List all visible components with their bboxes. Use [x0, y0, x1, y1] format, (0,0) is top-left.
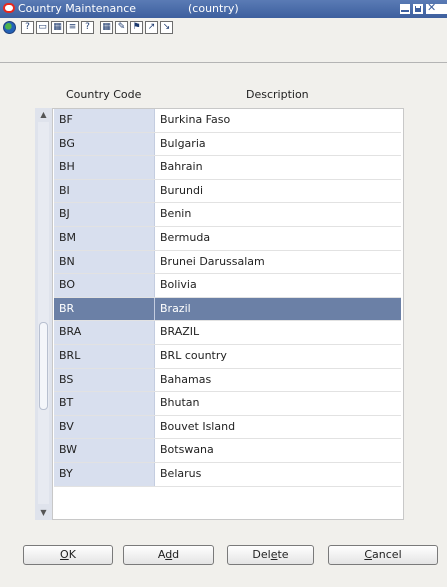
- description-cell[interactable]: Brunei Darussalam: [155, 250, 401, 274]
- add-label-rest: d: [172, 548, 180, 561]
- country-code-cell[interactable]: BW: [54, 439, 155, 462]
- country-code-cell[interactable]: BRL: [54, 344, 155, 368]
- globe-icon[interactable]: [3, 21, 16, 34]
- description-cell[interactable]: BRAZIL: [155, 321, 401, 344]
- column-header-country-code[interactable]: Country Code: [66, 88, 141, 101]
- scroll-down-icon[interactable]: ▼: [37, 508, 50, 518]
- country-code-cell[interactable]: BS: [54, 368, 155, 392]
- country-code-cell[interactable]: BM: [54, 226, 155, 250]
- country-code-cell[interactable]: BI: [54, 179, 155, 203]
- table-row[interactable]: BRA BRAZIL: [54, 321, 401, 345]
- maximize-icon[interactable]: [413, 4, 423, 14]
- column-header-description[interactable]: Description: [246, 88, 309, 101]
- country-code-cell[interactable]: BN: [54, 250, 155, 274]
- ok-mnemonic: O: [60, 548, 69, 561]
- grid-icon[interactable]: ▦: [100, 21, 113, 34]
- table-row[interactable]: BI Burundi: [54, 179, 401, 204]
- print-icon[interactable]: ▭: [36, 21, 49, 34]
- country-code-cell[interactable]: BV: [54, 415, 155, 439]
- table-row[interactable]: BS Bahamas: [54, 368, 401, 393]
- delete-label-pre: Del: [252, 548, 271, 561]
- scroll-thumb[interactable]: [39, 322, 48, 410]
- cancel-mnemonic: C: [364, 548, 373, 561]
- flag-icon[interactable]: ⚑: [130, 21, 143, 34]
- cancel-label-rest: ancel: [372, 548, 402, 561]
- ok-label-rest: K: [68, 548, 76, 561]
- country-code-cell[interactable]: BF: [54, 109, 155, 132]
- delete-button[interactable]: Delete: [227, 545, 314, 565]
- description-cell[interactable]: Bhutan: [155, 392, 401, 415]
- table-row[interactable]: BY Belarus: [54, 462, 401, 487]
- edit-icon[interactable]: ✎: [115, 21, 128, 34]
- cancel-button[interactable]: Cancel: [328, 545, 438, 565]
- country-code-cell[interactable]: BH: [54, 156, 155, 179]
- toolbar: ? ▭ ▦ ≡ ? ▦ ✎ ⚑ ↗ ↘: [0, 18, 447, 63]
- description-cell[interactable]: BRL country: [155, 344, 401, 368]
- window-subtitle: (country): [188, 2, 239, 15]
- grid-rows: BF Burkina Faso BG Bulgaria BH Bahrain BI Burun…: [54, 109, 401, 487]
- table-row[interactable]: BR Brazil: [54, 297, 401, 322]
- minimize-icon[interactable]: [400, 4, 410, 14]
- delete-label-rest: te: [277, 548, 289, 561]
- table-row[interactable]: BV Bouvet Island: [54, 415, 401, 440]
- table-row[interactable]: BH Bahrain: [54, 156, 401, 180]
- table-row[interactable]: BJ Benin: [54, 203, 401, 227]
- attach-icon[interactable]: ≡: [66, 21, 79, 34]
- description-cell[interactable]: Belarus: [155, 462, 401, 486]
- table-row[interactable]: BT Bhutan: [54, 392, 401, 416]
- close-icon[interactable]: ✕: [426, 1, 447, 14]
- table-row[interactable]: BG Bulgaria: [54, 132, 401, 157]
- description-cell[interactable]: Bulgaria: [155, 132, 401, 156]
- description-cell[interactable]: Bouvet Island: [155, 415, 401, 439]
- description-cell[interactable]: Botswana: [155, 439, 401, 462]
- description-cell[interactable]: Brazil: [155, 297, 401, 321]
- country-code-cell[interactable]: BJ: [54, 203, 155, 226]
- table-row[interactable]: BF Burkina Faso: [54, 109, 401, 133]
- title-bar[interactable]: Country Maintenance (country) ✕: [0, 0, 447, 18]
- country-code-cell[interactable]: BT: [54, 392, 155, 415]
- scroll-track[interactable]: [38, 122, 49, 504]
- table-row[interactable]: BM Bermuda: [54, 226, 401, 251]
- table-icon[interactable]: ▦: [51, 21, 64, 34]
- vertical-scrollbar[interactable]: ▲ ▼: [35, 108, 53, 520]
- description-cell[interactable]: Bahamas: [155, 368, 401, 392]
- oracle-logo-icon: [3, 3, 15, 13]
- table-row[interactable]: BO Bolivia: [54, 274, 401, 298]
- scroll-up-icon[interactable]: ▲: [37, 110, 50, 120]
- country-code-cell[interactable]: BG: [54, 132, 155, 156]
- description-cell[interactable]: Burundi: [155, 179, 401, 203]
- description-cell[interactable]: Benin: [155, 203, 401, 226]
- description-cell[interactable]: Bolivia: [155, 274, 401, 297]
- country-code-cell[interactable]: BO: [54, 274, 155, 297]
- country-code-cell[interactable]: BR: [54, 297, 155, 321]
- window-title: Country Maintenance: [18, 2, 137, 15]
- country-maintenance-window: Country Maintenance (country) ✕ ? ▭ ▦ ≡ …: [0, 0, 447, 587]
- table-row[interactable]: BRL BRL country: [54, 344, 401, 369]
- table-row[interactable]: BN Brunei Darussalam: [54, 250, 401, 275]
- description-cell[interactable]: Burkina Faso: [155, 109, 401, 132]
- description-cell[interactable]: Bermuda: [155, 226, 401, 250]
- add-button[interactable]: Add: [123, 545, 214, 565]
- import-icon[interactable]: ↘: [160, 21, 173, 34]
- country-code-cell[interactable]: BY: [54, 462, 155, 486]
- table-row[interactable]: BW Botswana: [54, 439, 401, 463]
- ok-button[interactable]: OK: [23, 545, 113, 565]
- export-icon[interactable]: ↗: [145, 21, 158, 34]
- info-icon[interactable]: ?: [81, 21, 94, 34]
- country-code-cell[interactable]: BRA: [54, 321, 155, 344]
- description-cell[interactable]: Bahrain: [155, 156, 401, 179]
- help-icon[interactable]: ?: [21, 21, 34, 34]
